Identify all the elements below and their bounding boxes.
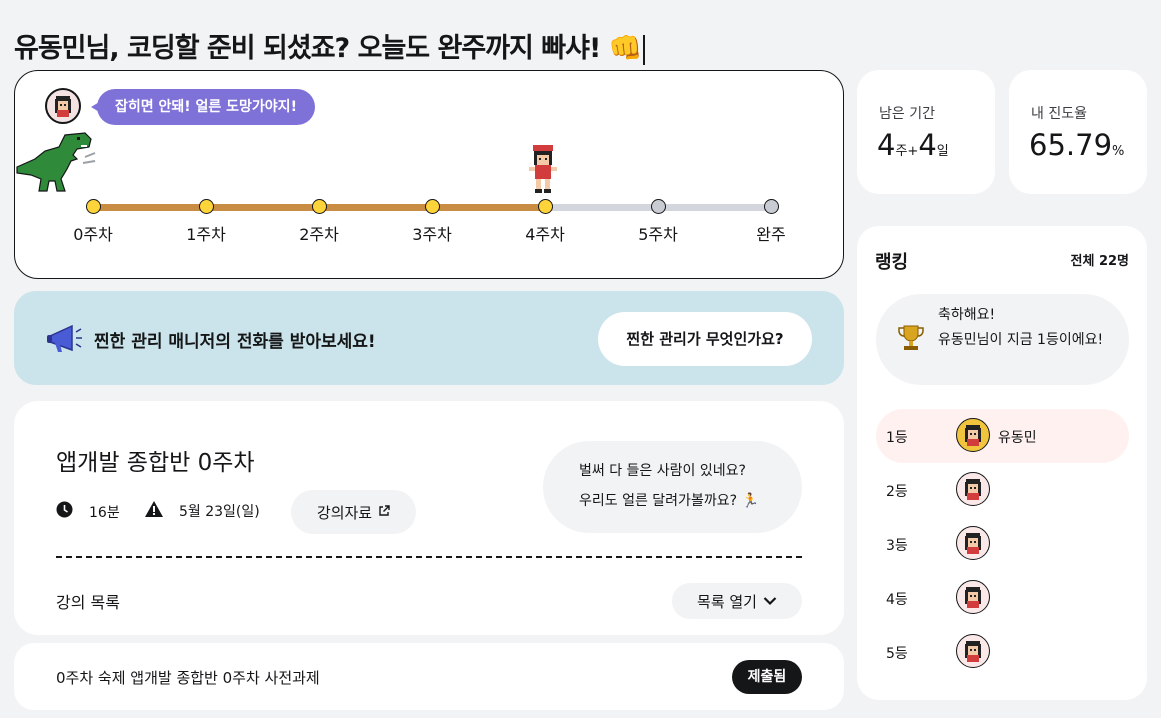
congrats-bubble: 축하해요! 유동민님이 지금 1등이에요! <box>876 294 1129 385</box>
character-avatar-icon <box>45 88 81 124</box>
week-label: 2주차 <box>299 225 339 244</box>
megaphone-icon <box>46 324 84 358</box>
my-progress-label: 내 진도율 <box>1031 106 1087 122</box>
remaining-period-card: 남은 기간 4주+4일 <box>857 70 995 194</box>
warning-icon <box>145 501 163 521</box>
progress-node <box>199 199 214 214</box>
banner-text: 찐한 관리 매니저의 전화를 받아보세요! <box>94 332 376 352</box>
lecture-list-title: 강의 목록 <box>56 593 120 612</box>
homework-text: 0주차 숙제 앱개발 종합반 0주차 사전과제 <box>56 669 320 687</box>
progress-node <box>538 199 553 214</box>
progress-node <box>764 199 779 214</box>
ranking-row: 5등 <box>876 625 1129 679</box>
deadline-text: 5월 23일(일) <box>179 504 260 520</box>
manager-banner: 찐한 관리 매니저의 전화를 받아보세요! 찐한 관리가 무엇인가요? <box>14 291 844 385</box>
course-card: 앱개발 종합반 0주차 16분 5월 23일(일) 강의자료 벌써 다 들은 사… <box>14 401 844 635</box>
progress-card: 잡히면 안돼! 얼른 도망가야지! 0주차 1주차 2주차 3주차 4주차 5주차 완주 <box>14 70 844 279</box>
duration-text: 16분 <box>89 504 120 521</box>
week-label: 완주 <box>756 225 786 244</box>
days-value: 4 <box>918 128 937 162</box>
progress-node <box>651 199 666 214</box>
rank-position: 5등 <box>886 646 908 662</box>
chase-speech-bubble: 잡히면 안돼! 얼른 도망가야지! <box>91 89 315 125</box>
external-link-icon <box>378 503 390 521</box>
days-unit: 일 <box>936 144 949 159</box>
submitted-badge: 제출됨 <box>732 660 802 694</box>
lecture-material-button[interactable]: 강의자료 <box>291 490 416 534</box>
ranking-row: 4등 <box>876 571 1129 625</box>
percent-unit: % <box>1112 144 1125 159</box>
plus-sign: + <box>907 144 919 159</box>
ranking-row: 3등 <box>876 517 1129 571</box>
rank-position: 2등 <box>886 484 908 500</box>
progress-node <box>86 199 101 214</box>
ranking-card: 랭킹 전체 22명 축하해요! 유동민님이 지금 1등이에요! 1등 유동민 2등 3… <box>857 226 1147 700</box>
avatar <box>956 418 990 452</box>
dinosaur-icon <box>15 129 97 197</box>
ranking-total: 전체 22명 <box>1070 254 1130 269</box>
open-list-label: 목록 열기 <box>697 592 757 611</box>
weeks-unit: 주 <box>895 144 908 159</box>
page-headline: 유동민님, 코딩할 준비 되셨죠? 오늘도 완주까지 빠샤! 👊 <box>14 26 646 65</box>
ranking-row: 2등 <box>876 463 1129 517</box>
divider <box>56 556 802 558</box>
progress-percent: 65.79 <box>1029 128 1113 162</box>
manager-info-button[interactable]: 찐한 관리가 무엇인가요? <box>598 312 812 366</box>
week-label: 5주차 <box>638 225 678 244</box>
congrats-line-2: 유동민님이 지금 1등이에요! <box>938 332 1104 348</box>
remaining-period-value: 4주+4일 <box>877 128 949 162</box>
text-caret <box>643 34 646 65</box>
avatar <box>956 634 990 668</box>
my-progress-value: 65.79% <box>1029 128 1124 162</box>
cheer-line-1: 벌써 다 들은 사람이 있네요? <box>579 463 746 479</box>
cheer-line-2: 우리도 얼른 달려가볼까요? 🏃 <box>579 493 759 509</box>
week-label: 0주차 <box>73 225 113 244</box>
clock-icon <box>56 501 73 522</box>
ranking-title: 랭킹 <box>875 252 909 273</box>
deadline-meta: 5월 23일(일) <box>145 501 260 521</box>
week-label: 1주차 <box>186 225 226 244</box>
progress-track <box>86 199 779 214</box>
avatar <box>956 526 990 560</box>
avatar <box>956 472 990 506</box>
week-label: 4주차 <box>525 225 565 244</box>
homework-card[interactable]: 0주차 숙제 앱개발 종합반 0주차 사전과제 제출됨 <box>14 643 844 710</box>
duration-meta: 16분 <box>56 501 120 522</box>
remaining-period-label: 남은 기간 <box>879 106 935 122</box>
ranking-row: 1등 유동민 <box>876 409 1129 463</box>
week-label: 3주차 <box>412 225 452 244</box>
course-title: 앱개발 종합반 0주차 <box>56 450 255 476</box>
greeting-text: 유동민님, 코딩할 준비 되셨죠? 오늘도 완주까지 빠샤! 👊 <box>14 33 642 64</box>
my-progress-card: 내 진도율 65.79% <box>1009 70 1147 194</box>
rank-position: 1등 <box>886 430 908 446</box>
chevron-down-icon <box>763 592 777 610</box>
runner-character-icon <box>525 143 561 199</box>
weeks-value: 4 <box>877 128 896 162</box>
congrats-line-1: 축하해요! <box>938 307 996 323</box>
rank-name: 유동민 <box>998 430 1037 446</box>
trophy-icon <box>898 324 924 356</box>
avatar <box>956 580 990 614</box>
material-button-label: 강의자료 <box>316 503 373 522</box>
progress-node <box>312 199 327 214</box>
rank-position: 4등 <box>886 592 908 608</box>
cheer-bubble: 벌써 다 들은 사람이 있네요? 우리도 얼른 달려가볼까요? 🏃 <box>543 441 802 533</box>
rank-position: 3등 <box>886 538 908 554</box>
progress-node <box>425 199 440 214</box>
congrats-message: 축하해요! 유동민님이 지금 1등이에요! <box>938 303 1108 353</box>
open-list-button[interactable]: 목록 열기 <box>672 583 802 619</box>
